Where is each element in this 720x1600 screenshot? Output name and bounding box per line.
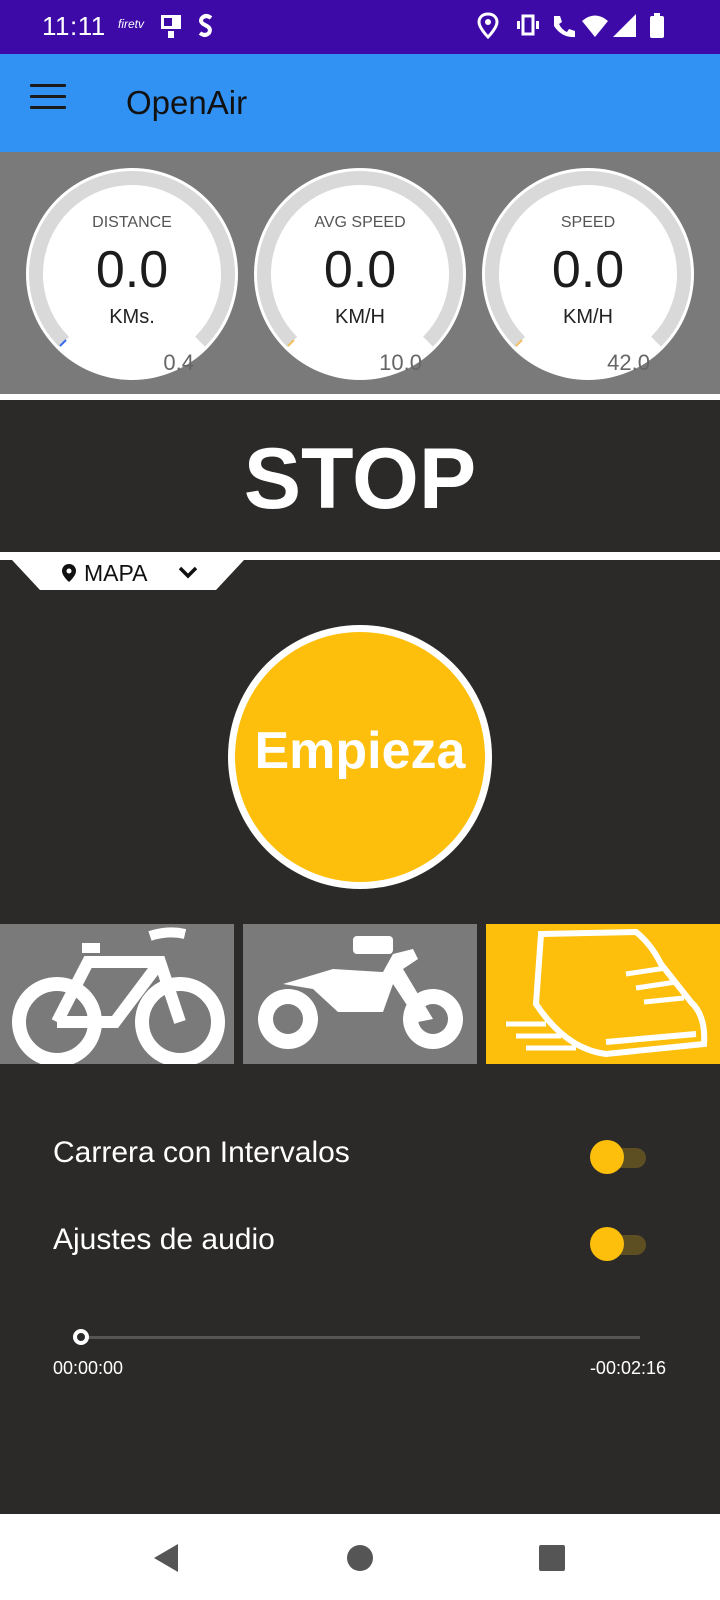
avg-speed-max: 10.0 [379,350,422,375]
start-button[interactable]: Empieza [228,625,492,889]
audio-settings-label: Ajustes de audio [53,1223,275,1256]
speed-label: SPEED [560,214,616,231]
status-bar: 11:11 firetv [0,0,720,54]
interval-run-toggle[interactable] [590,1140,650,1174]
hamburger-menu-icon[interactable] [30,84,66,120]
speed-unit: KM/H [563,306,613,328]
home-icon[interactable] [338,1536,382,1580]
bicycle-icon [12,927,225,1064]
interval-run-label: Carrera con Intervalos [53,1136,350,1169]
dollar-icon [198,14,213,37]
cast-icon [161,15,181,38]
firetv-icon: firetv [118,17,145,31]
start-button-label: Empieza [254,722,466,780]
map-selector[interactable]: MAPA [54,556,206,590]
motorcycle-icon [258,936,463,1049]
location-icon [477,12,499,40]
avg-speed-label: AVG SPEED [314,214,406,231]
back-icon[interactable] [146,1536,190,1580]
audio-seekbar[interactable] [72,1326,640,1350]
wifi-icon [582,15,608,37]
seekbar-thumb[interactable] [73,1329,89,1345]
app-title: OpenAir [126,84,248,121]
avg-speed-unit: KM/H [335,306,385,328]
elapsed-time: 00:00:00 [53,1358,124,1378]
wifi-calling-icon [554,16,575,38]
battery-icon [650,13,664,38]
setting-interval-run: Carrera con Intervalos [0,1124,720,1184]
navigation-bar [0,1514,720,1600]
setting-audio: Ajustes de audio [0,1211,720,1271]
chevron-down-icon [178,566,198,579]
distance-value: 0.0 [95,241,169,299]
remaining-time: -00:02:16 [589,1358,666,1378]
stop-banner: STOP [0,400,720,552]
audio-settings-toggle[interactable] [590,1227,650,1261]
speed-gauge: SPEED 0.0 KM/H 42.0 [482,168,694,380]
vibrate-icon [517,14,539,36]
distance-label: DISTANCE [92,214,172,231]
stop-label: STOP [243,431,477,527]
avg-speed-gauge: AVG SPEED 0.0 KM/H 10.0 [254,168,466,380]
activity-motorcycle[interactable] [243,924,477,1064]
app-bar: OpenAir [0,54,720,152]
activity-bicycle[interactable] [0,924,234,1064]
status-time: 11:11 [42,11,106,41]
distance-gauge: DISTANCE 0.0 KMs. 0.4 [26,168,238,380]
gauges-panel: DISTANCE 0.0 KMs. 0.4 AVG SPEED 0.0 KM/H… [0,152,720,394]
distance-unit: KMs. [109,306,155,328]
map-selector-label: MAPA [84,560,148,586]
avg-speed-value: 0.0 [323,241,397,299]
speed-max: 42.0 [607,350,650,375]
recents-icon[interactable] [530,1536,574,1580]
activity-running[interactable] [486,924,720,1064]
distance-max: 0.4 [163,350,194,375]
speed-value: 0.0 [551,241,625,299]
running-shoe-icon [506,928,708,1058]
signal-icon [613,14,636,37]
map-pin-icon [62,564,76,582]
